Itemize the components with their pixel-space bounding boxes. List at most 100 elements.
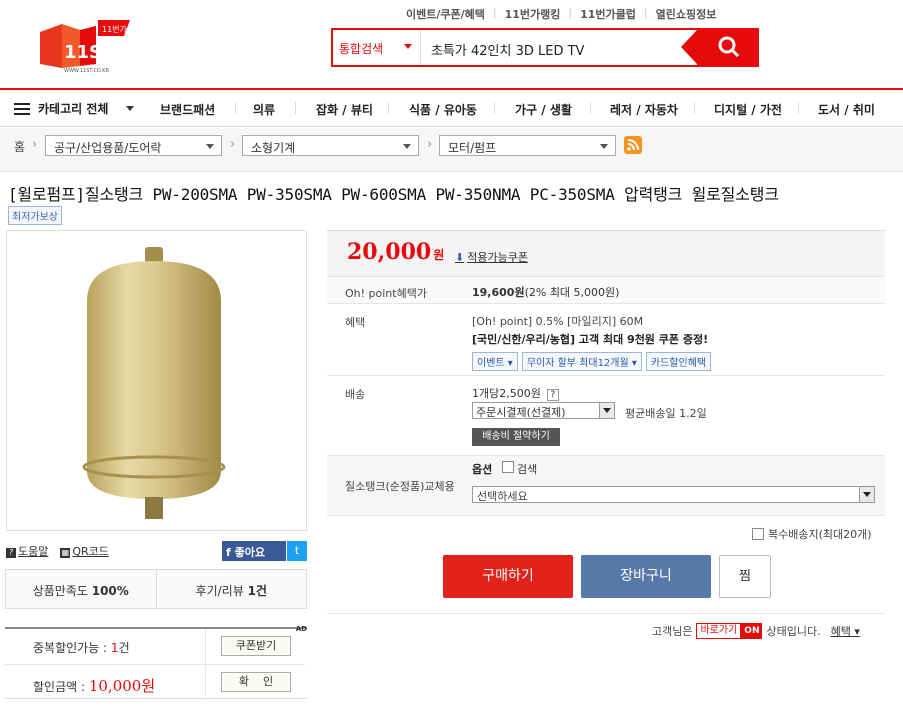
cart-button[interactable]: 장바구니 — [581, 555, 711, 598]
coupon-dup-unit: 건 — [118, 641, 130, 655]
installment-chip[interactable]: 무이자 할부 최대12개월 ▾ — [521, 352, 642, 371]
qr-label: QR코드 — [72, 545, 109, 558]
divider — [327, 613, 885, 614]
option-search-checkbox[interactable] — [502, 461, 514, 473]
card-discount-chip[interactable]: 카드할인혜택 — [645, 352, 712, 371]
help-link[interactable]: ? 도움말 — [6, 543, 48, 559]
benefit-point-mileage: [Oh! point] 0.5% [마일리지] 60M — [472, 315, 644, 328]
shipping-method-select[interactable]: 주문시결제(선결제) — [472, 402, 615, 419]
point-note: (2% 최대 5,000원) — [524, 286, 620, 299]
multi-shipping: 복수배송지(최대20개) — [752, 526, 872, 542]
image-links: ? 도움말 ▦ QR코드 — [6, 543, 109, 559]
search-input[interactable]: 초특가 42인치 3D LED TV — [431, 40, 584, 59]
price-unit: 원 — [433, 248, 445, 262]
facebook-like-button[interactable]: f 좋아요 — [222, 541, 286, 561]
coupon-discount-text: 할인금액 : 10,000원 — [33, 675, 155, 696]
shipping-method-value: 주문시결제(선결제) — [476, 406, 566, 419]
price-amount: 20,000 — [347, 239, 432, 265]
coupon-dup-row: 중복할인가능 : 1건 쿠폰받기 — [5, 629, 305, 664]
top-link-open-info[interactable]: 열린쇼핑정보 — [656, 6, 717, 22]
breadcrumb-level-1[interactable]: 공구/산업용품/도어락 — [45, 135, 222, 156]
lowest-price-badge[interactable]: 최저가보상 — [8, 206, 62, 225]
breadcrumb-level-3[interactable]: 모터/펌프 — [439, 135, 616, 156]
applicable-coupon-link[interactable]: ⬇ 적용가능쿠폰 — [455, 249, 528, 265]
logo-text: 11ST — [64, 42, 115, 63]
benefit-card-coupon: [국민/신한/우리/농협] 고객 최대 9천원 쿠폰 증정! — [472, 333, 709, 346]
price-box: 20,000 원 ⬇ 적용가능쿠폰 — [327, 230, 885, 276]
benefit-label: 혜택 — [345, 316, 366, 329]
review-label: 후기/리뷰 — [195, 584, 244, 598]
nav-divider — [295, 102, 296, 114]
benefit-toggle[interactable]: 혜택 ▾ — [831, 623, 860, 639]
menu-icon — [14, 102, 30, 115]
satisfaction-stat[interactable]: 상품만족도 100% — [6, 570, 156, 608]
breadcrumb-home[interactable]: 홈 — [14, 138, 25, 155]
shipping-fee: 1개당2,500원? — [472, 385, 559, 401]
category-all-label: 카테고리 전체 — [38, 102, 109, 116]
option-placeholder: 선택하세요 — [477, 490, 528, 503]
pressure-tank-image — [82, 247, 226, 519]
breadcrumb-level-3-label: 모터/펌프 — [448, 141, 497, 155]
get-coupon-button[interactable]: 쿠폰받기 — [221, 636, 291, 656]
satisfaction-label: 상품만족도 — [32, 584, 88, 598]
option-select[interactable]: 선택하세요 — [472, 486, 875, 503]
category-all-button[interactable]: 카테고리 전체 — [14, 90, 135, 127]
avg-delivery-days: 평균배송일 1.2일 — [625, 407, 707, 420]
nav-divider — [494, 102, 495, 114]
review-value: 1건 — [247, 584, 267, 598]
shipping-label: 배송 — [345, 388, 366, 401]
breadcrumb-level-2[interactable]: 소형기계 — [242, 135, 419, 156]
rss-icon[interactable] — [624, 136, 642, 154]
qr-icon: ▦ — [60, 548, 71, 558]
breadcrumb-level-2-label: 소형기계 — [251, 141, 296, 155]
nav-divider — [694, 102, 695, 114]
satisfaction-value: 100% — [91, 584, 129, 598]
logo[interactable]: 11ST 11번가 WWW.11ST.CO.KR — [36, 14, 136, 74]
wishlist-button[interactable]: 찜 — [719, 555, 771, 598]
twitter-icon[interactable]: t — [287, 541, 307, 561]
event-chip[interactable]: 이벤트 ▾ — [472, 352, 518, 371]
nav-item-digital[interactable]: 디지털 / 가전 — [714, 101, 782, 118]
top-link-ranking[interactable]: 11번가랭킹 — [505, 6, 561, 22]
nav-item-food-kids[interactable]: 식품 / 유아동 — [409, 101, 477, 118]
multi-shipping-checkbox[interactable] — [752, 528, 764, 540]
review-stats: 상품만족도 100% 후기/리뷰 1건 — [5, 569, 307, 609]
applicable-coupon-label: 적용가능쿠폰 — [467, 251, 528, 264]
product-image[interactable] — [6, 230, 307, 531]
confirm-button[interactable]: 확 인 — [221, 672, 291, 692]
option-label: 질소탱크(순정품)교체용 — [345, 480, 455, 493]
nav-item-leisure-car[interactable]: 레저 / 자동차 — [610, 101, 678, 118]
top-link-event[interactable]: 이벤트/쿠폰/혜택 — [406, 6, 485, 22]
category-nav: 카테고리 전체 브랜드패션 의류 잡화 / 뷰티 식품 / 유아동 가구 / 생… — [0, 88, 903, 127]
nav-divider — [235, 102, 236, 114]
shortcut-badge[interactable]: 바로가기 — [696, 623, 742, 639]
multi-shipping-label: 복수배송지(최대20개) — [768, 528, 872, 541]
buy-button[interactable]: 구매하기 — [443, 555, 573, 598]
nav-item-books-hobby[interactable]: 도서 / 취미 — [818, 101, 875, 118]
coupon-dup-label: 중복할인가능 : — [33, 641, 111, 655]
discount-value: 10,000원 — [88, 677, 156, 695]
breadcrumb: 홈 › 공구/산업용품/도어락 › 소형기계 › 모터/펌프 — [0, 128, 903, 172]
search-button[interactable] — [681, 30, 757, 65]
separator: | — [643, 6, 648, 19]
search-scope-label: 통합검색 — [339, 42, 384, 56]
top-link-club[interactable]: 11번가클럽 — [580, 6, 636, 22]
nav-item-goods-beauty[interactable]: 잡화 / 뷰티 — [316, 101, 373, 118]
review-stat[interactable]: 후기/리뷰 1건 — [155, 570, 307, 608]
product-title: [윌로펌프]질소탱크 PW-200SMA PW-350SMA PW-600SMA… — [8, 185, 779, 204]
coupon-discount-row: 할인금액 : 10,000원 확 인 — [5, 664, 305, 699]
nav-divider — [590, 102, 591, 114]
help-icon[interactable]: ? — [546, 389, 559, 401]
search-bar: 통합검색 초특가 42인치 3D LED TV — [331, 28, 759, 67]
nav-item-furniture-living[interactable]: 가구 / 생활 — [515, 101, 572, 118]
save-shipping-button[interactable]: 배송비 절약하기 — [472, 428, 560, 446]
nav-divider — [388, 102, 389, 114]
chevron-down-icon — [599, 403, 614, 418]
search-scope-select[interactable]: 통합검색 — [333, 30, 421, 65]
benefit-chips: 이벤트 ▾ 무이자 할부 최대12개월 ▾ 카드할인혜택 — [472, 352, 712, 371]
help-label: 도움말 — [18, 545, 49, 558]
nav-item-clothing[interactable]: 의류 — [253, 101, 275, 118]
nav-item-brand-fashion[interactable]: 브랜드패션 — [160, 101, 215, 118]
qr-link[interactable]: ▦ QR코드 — [60, 543, 109, 559]
customer-suffix: 상태입니다. — [766, 625, 821, 638]
